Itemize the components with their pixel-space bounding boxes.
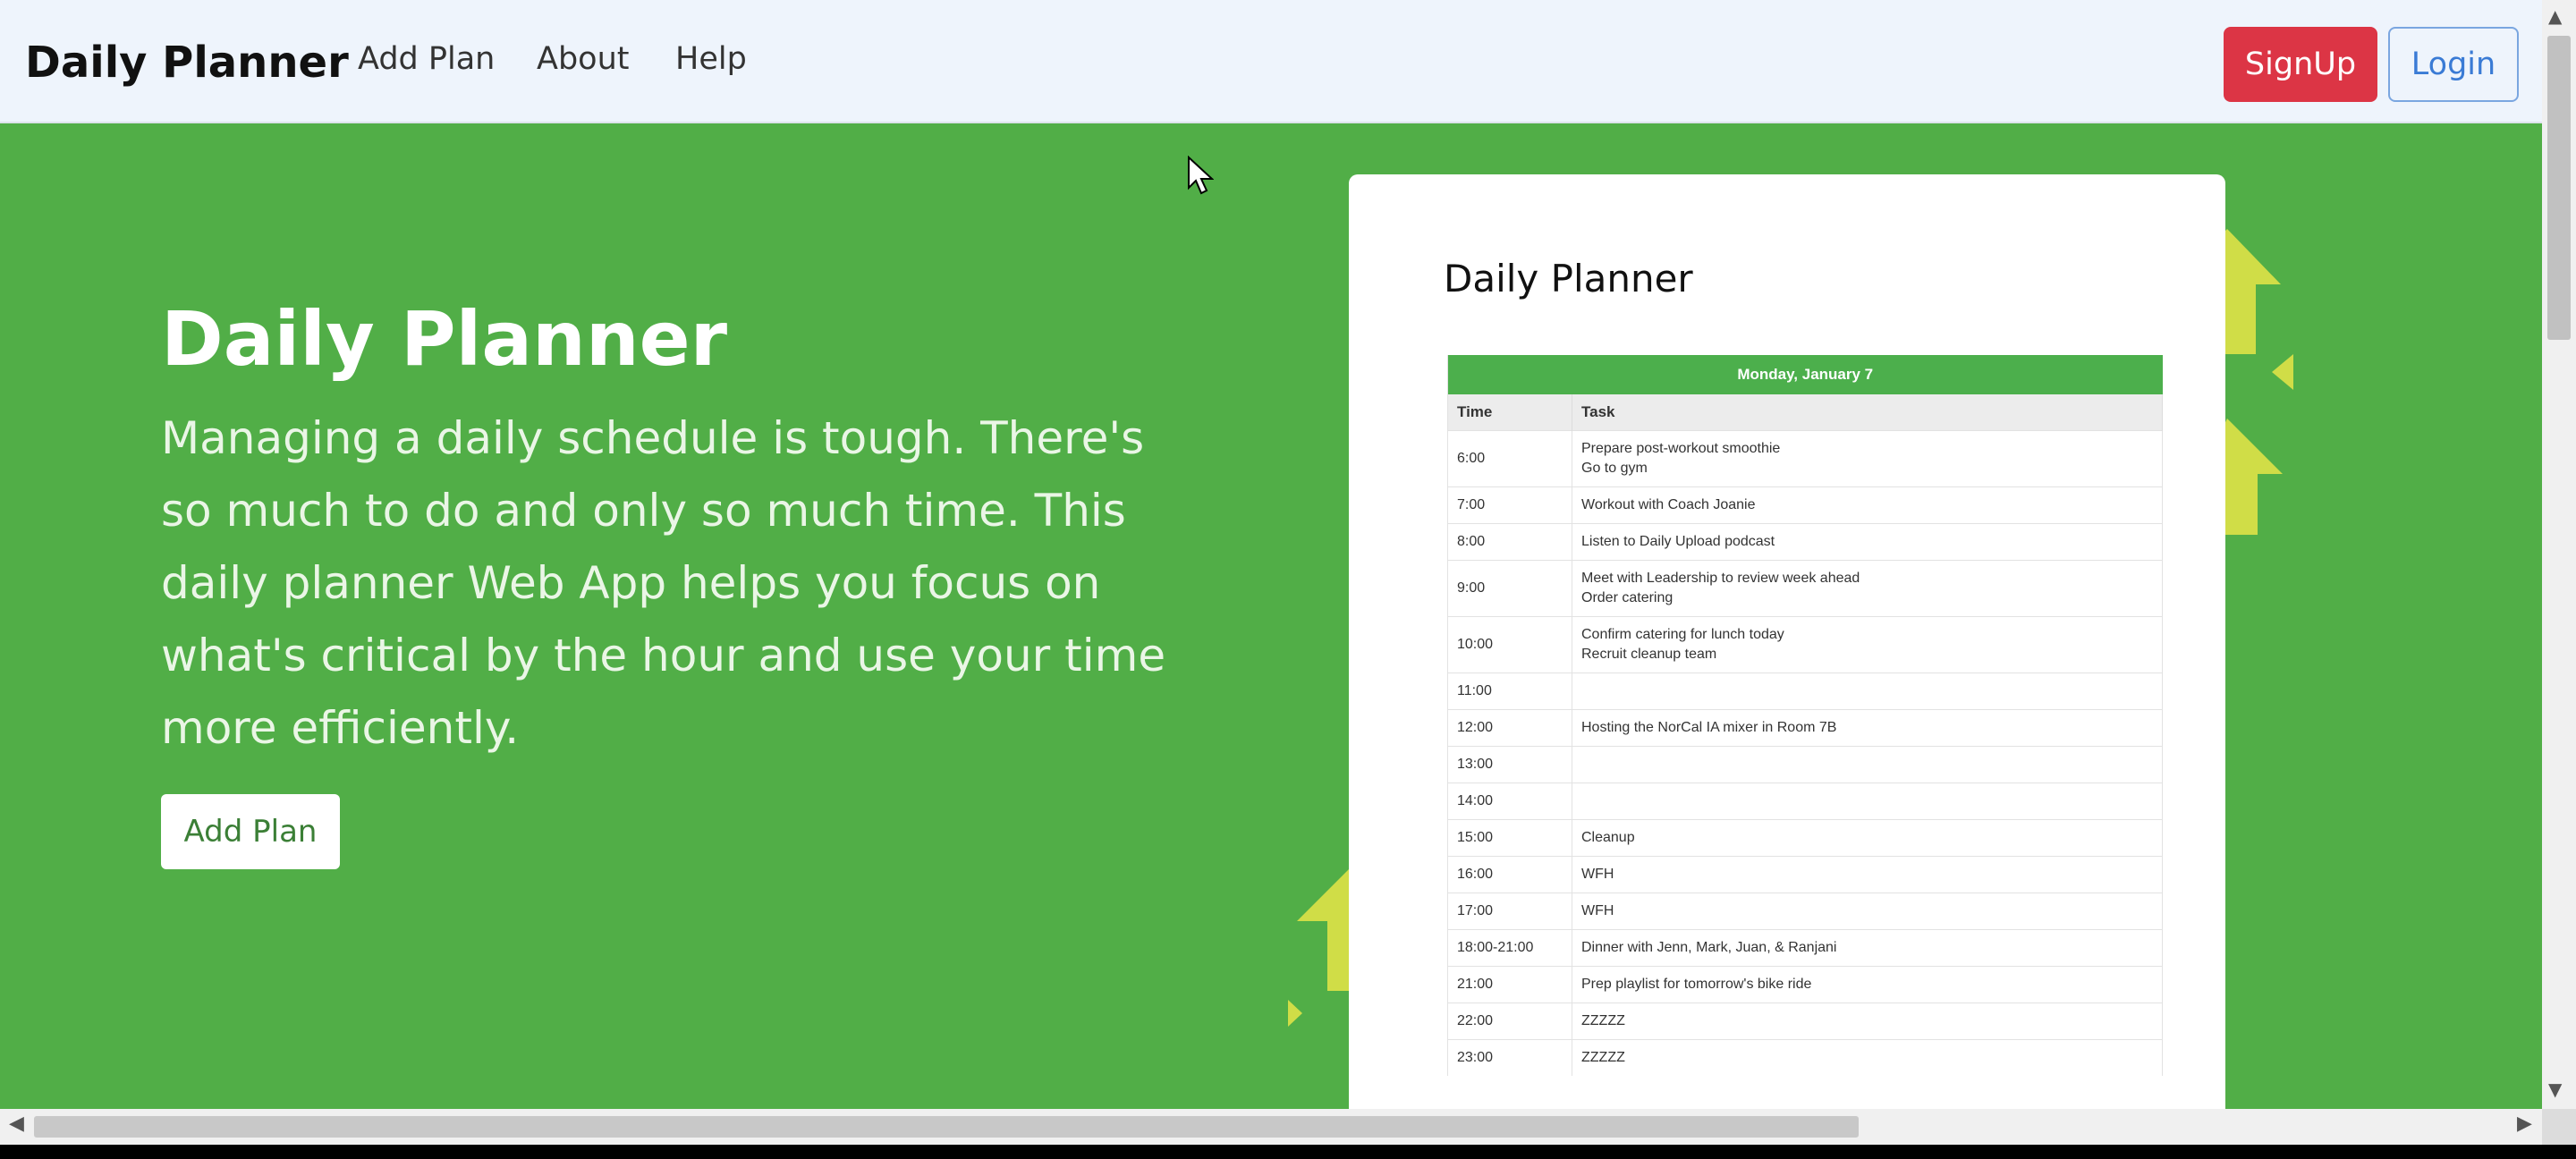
- task-column-header: Task: [1572, 394, 2163, 431]
- planner-task-cell: ZZZZZ: [1572, 1039, 2163, 1076]
- planner-task-line: WFH: [1581, 903, 1614, 918]
- signup-button[interactable]: SignUp: [2224, 27, 2377, 102]
- planner-task-cell: Prep playlist for tomorrow's bike ride: [1572, 966, 2163, 1003]
- planner-time-cell: 12:00: [1447, 709, 1572, 747]
- planner-row: 16:00 WFH: [1447, 856, 2163, 893]
- planner-task-line: Hosting the NorCal IA mixer in Room 7B: [1581, 720, 1837, 735]
- planner-time-cell: 7:00: [1447, 486, 1572, 524]
- planner-task-cell: Meet with Leadership to review week ahea…: [1572, 560, 2163, 617]
- chevron-up-icon[interactable]: ▲: [2548, 5, 2562, 27]
- planner-time-cell: 22:00: [1447, 1002, 1572, 1040]
- planner-row: 10:00 Confirm catering for lunch today Rec…: [1447, 616, 2163, 673]
- login-button[interactable]: Login: [2388, 27, 2519, 102]
- planner-task-line: Prepare post-workout smoothie: [1581, 441, 1781, 456]
- planner-task-line: Meet with Leadership to review week ahea…: [1581, 571, 1860, 586]
- planner-time-cell: 17:00: [1447, 893, 1572, 930]
- planner-task-cell: Confirm catering for lunch today Recruit …: [1572, 616, 2163, 673]
- planner-date-header: Monday, January 7: [1447, 355, 2163, 394]
- planner-row: 9:00 Meet with Leadership to review week …: [1447, 560, 2163, 617]
- planner-task-line: ZZZZZ: [1581, 1013, 1625, 1028]
- time-column-header: Time: [1447, 394, 1572, 431]
- planner-task-cell: [1572, 783, 2163, 820]
- planner-row: 8:00 Listen to Daily Upload podcast: [1447, 523, 2163, 561]
- planner-row: 13:00: [1447, 746, 2163, 783]
- nav-link-about[interactable]: About: [537, 41, 629, 77]
- planner-time-cell: 6:00: [1447, 430, 1572, 487]
- planner-row: 12:00 Hosting the NorCal IA mixer in Room…: [1447, 709, 2163, 747]
- planner-time-cell: 9:00: [1447, 560, 1572, 617]
- planner-task-cell: [1572, 673, 2163, 710]
- planner-task-line: ZZZZZ: [1581, 1050, 1625, 1065]
- up-arrow-icon: [2272, 354, 2293, 390]
- planner-time-cell: 11:00: [1447, 673, 1572, 710]
- planner-task-line: Prep playlist for tomorrow's bike ride: [1581, 977, 1812, 992]
- nav-link-add-plan[interactable]: Add Plan: [358, 41, 495, 77]
- up-arrow-icon: [1297, 866, 1352, 991]
- planner-row: 17:00 WFH: [1447, 893, 2163, 930]
- planner-task-line: Go to gym: [1581, 461, 1648, 476]
- planner-row: 18:00-21:00 Dinner with Jenn, Mark, Juan,…: [1447, 929, 2163, 967]
- mouse-pointer-icon: [1188, 156, 1214, 195]
- planner-table: Monday, January 7 Time Task 6:00 Prepare …: [1447, 355, 2163, 1076]
- vertical-scroll-thumb[interactable]: [2547, 36, 2571, 340]
- planner-row: 7:00 Workout with Coach Joanie: [1447, 486, 2163, 524]
- hero-description: Managing a daily schedule is tough. Ther…: [161, 412, 1166, 754]
- planner-task-line: Dinner with Jenn, Mark, Juan, & Ranjani: [1581, 940, 1837, 955]
- planner-time-cell: 15:00: [1447, 819, 1572, 857]
- planner-task-cell: ZZZZZ: [1572, 1002, 2163, 1040]
- planner-time-cell: 8:00: [1447, 523, 1572, 561]
- planner-time-cell: 14:00: [1447, 783, 1572, 820]
- brand-logo[interactable]: Daily Planner: [25, 38, 349, 88]
- planner-task-line: WFH: [1581, 867, 1614, 882]
- planner-time-cell: 10:00: [1447, 616, 1572, 673]
- chevron-left-icon[interactable]: ◀: [9, 1112, 24, 1135]
- scrollbar-corner: [2542, 1109, 2576, 1145]
- planner-card-title: Daily Planner: [1444, 257, 1693, 300]
- planner-row: 23:00 ZZZZZ: [1447, 1039, 2163, 1076]
- planner-time-cell: 16:00: [1447, 856, 1572, 893]
- planner-task-line: Cleanup: [1581, 830, 1635, 845]
- planner-row: 15:00 Cleanup: [1447, 819, 2163, 857]
- planner-task-cell: Workout with Coach Joanie: [1572, 486, 2163, 524]
- planner-preview-card: Daily Planner Monday, January 7 Time Tas…: [1349, 174, 2225, 1109]
- chevron-down-icon[interactable]: ▼: [2548, 1079, 2562, 1100]
- planner-time-cell: 13:00: [1447, 746, 1572, 783]
- planner-time-cell: 18:00-21:00: [1447, 929, 1572, 967]
- planner-task-cell: WFH: [1572, 893, 2163, 930]
- planner-task-cell: [1572, 746, 2163, 783]
- planner-time-cell: 23:00: [1447, 1039, 1572, 1076]
- planner-task-cell: Prepare post-workout smoothie Go to gym: [1572, 430, 2163, 487]
- planner-row: 6:00 Prepare post-workout smoothie Go to g…: [1447, 430, 2163, 487]
- nav-link-help[interactable]: Help: [675, 41, 747, 77]
- planner-task-cell: WFH: [1572, 856, 2163, 893]
- planner-task-cell: Hosting the NorCal IA mixer in Room 7B: [1572, 709, 2163, 747]
- planner-task-cell: Listen to Daily Upload podcast: [1572, 523, 2163, 561]
- planner-task-line: Confirm catering for lunch today: [1581, 627, 1784, 642]
- add-plan-button[interactable]: Add Plan: [161, 794, 340, 869]
- planner-row: 11:00: [1447, 673, 2163, 710]
- navbar: Daily Planner Add Plan About Help SignUp…: [0, 0, 2542, 123]
- planner-task-line: Workout with Coach Joanie: [1581, 497, 1756, 512]
- hero-title: Daily Planner: [161, 295, 728, 383]
- hero-section: Daily Planner Managing a daily schedule …: [0, 123, 2542, 1109]
- planner-task-cell: Cleanup: [1572, 819, 2163, 857]
- browser-viewport: Daily Planner Add Plan About Help SignUp…: [0, 0, 2576, 1145]
- planner-row: 21:00 Prep playlist for tomorrow's bike r…: [1447, 966, 2163, 1003]
- planner-task-line: Order catering: [1581, 590, 1674, 605]
- planner-time-cell: 21:00: [1447, 966, 1572, 1003]
- planner-row: 22:00 ZZZZZ: [1447, 1002, 2163, 1040]
- planner-task-line: Listen to Daily Upload podcast: [1581, 534, 1775, 549]
- up-arrow-icon: [1288, 1000, 1302, 1027]
- planner-row: 14:00: [1447, 783, 2163, 820]
- planner-task-line: Recruit cleanup team: [1581, 647, 1717, 662]
- horizontal-scroll-thumb[interactable]: [34, 1116, 1859, 1138]
- chevron-right-icon[interactable]: ▶: [2517, 1112, 2532, 1135]
- planner-task-cell: Dinner with Jenn, Mark, Juan, & Ranjani: [1572, 929, 2163, 967]
